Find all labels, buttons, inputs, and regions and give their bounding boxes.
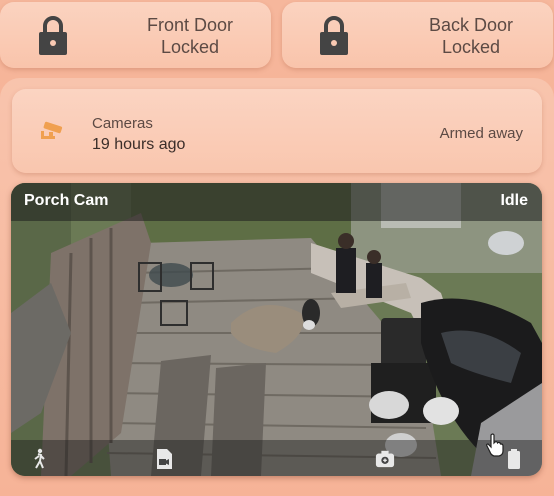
hand-cursor-icon — [486, 433, 504, 457]
camera-title: Porch Cam — [24, 192, 109, 209]
back-door-lock-card[interactable]: Back Door Locked — [282, 2, 553, 68]
lock-icon — [39, 16, 67, 55]
camera-status: Idle — [500, 192, 528, 209]
video-file-icon[interactable] — [154, 448, 174, 470]
lock-state: Locked — [441, 37, 501, 57]
back-door-label: Back Door Locked — [401, 14, 541, 58]
battery-icon[interactable] — [504, 448, 524, 470]
lock-name: Back Door — [428, 15, 514, 35]
porch-cam-card[interactable]: Porch Cam Idle — [11, 183, 542, 476]
lock-icon — [320, 16, 348, 55]
alarm-name: Cameras — [92, 115, 153, 132]
camera-title-bar: Porch Cam Idle — [11, 183, 542, 221]
alarm-last-changed: 19 hours ago — [92, 136, 186, 153]
alarm-panel-card[interactable]: Cameras 19 hours ago Armed away — [12, 89, 542, 173]
front-door-label: Front Door Locked — [120, 14, 260, 58]
snapshot-icon[interactable] — [375, 448, 395, 470]
front-door-lock-card[interactable]: Front Door Locked — [0, 2, 271, 68]
camera-feed-image — [11, 183, 542, 476]
lock-state: Locked — [160, 37, 220, 57]
camera-actions-bar — [11, 440, 542, 476]
motion-icon[interactable] — [29, 448, 49, 470]
cctv-icon — [41, 121, 63, 139]
lock-name: Front Door — [146, 15, 234, 35]
alarm-state: Armed away — [439, 125, 523, 142]
